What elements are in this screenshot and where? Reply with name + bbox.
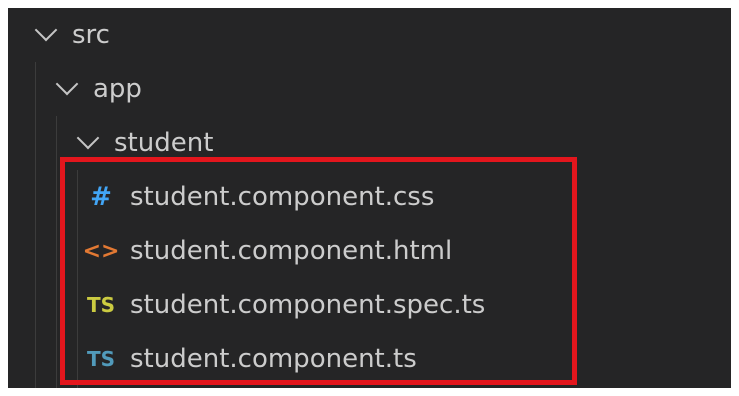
chevron-down-icon <box>76 126 100 150</box>
folder-src[interactable]: src <box>8 8 731 62</box>
chevron-down-icon <box>55 72 79 96</box>
folder-label: app <box>93 74 142 104</box>
chevron-down-icon <box>34 18 58 42</box>
folder-label: src <box>72 20 110 50</box>
highlight-box <box>60 157 577 385</box>
folder-app[interactable]: app <box>8 62 731 116</box>
file-explorer-tree: src app student # student.component.css … <box>8 8 731 388</box>
folder-label: student <box>114 128 214 158</box>
